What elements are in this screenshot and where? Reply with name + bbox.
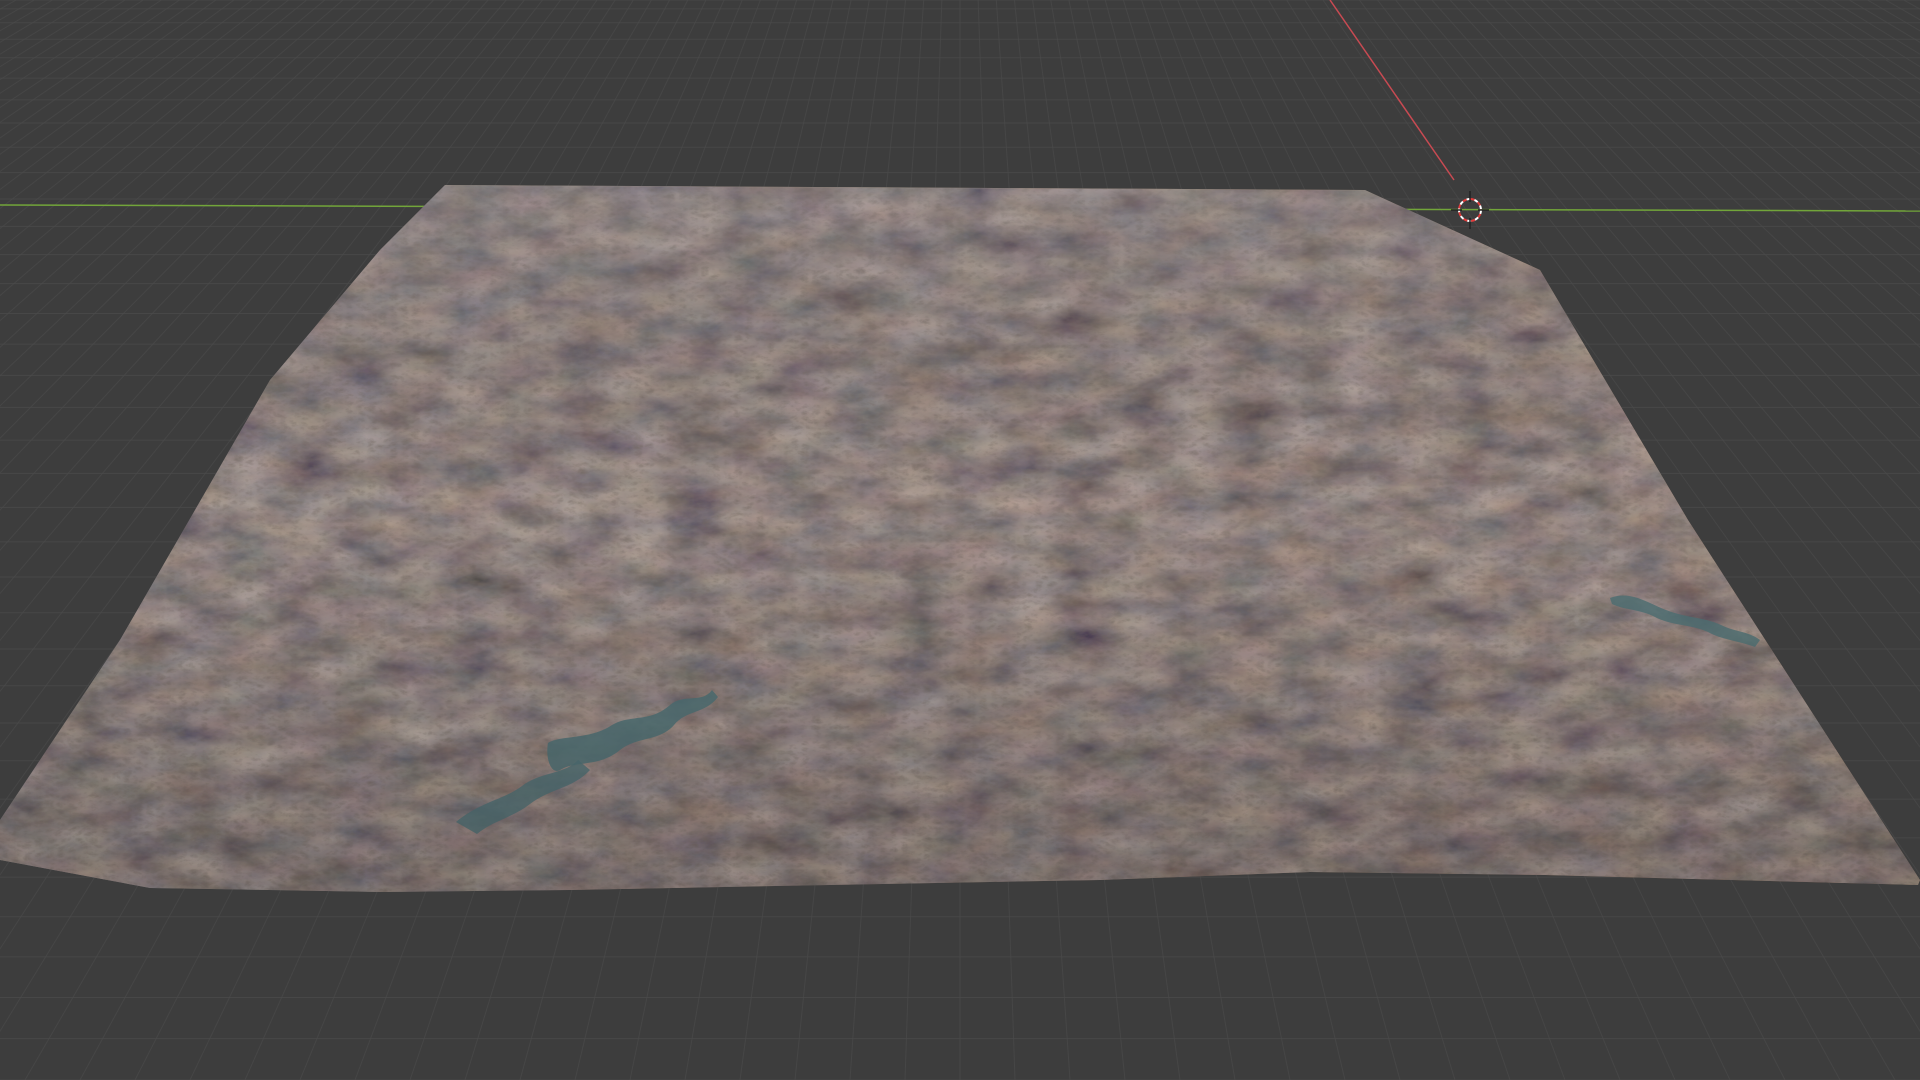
- grid-line-depth: [1685, 0, 1920, 173]
- grid-line-depth: [1740, 0, 1920, 123]
- grid-line-depth: [0, 0, 144, 94]
- grid-line-depth: [0, 0, 53, 32]
- grid-line-depth: [0, 0, 35, 21]
- grid-line-depth: [1867, 0, 1920, 32]
- grid-line-depth: [1794, 0, 1920, 81]
- grid-line-depth: [0, 0, 126, 81]
- grid-line-depth: [1812, 0, 1920, 68]
- grid-line-depth: [1885, 0, 1920, 21]
- x-axis-line: [1329, 0, 1455, 181]
- grid-line-depth: [0, 0, 17, 10]
- grid-line-depth: [1758, 0, 1920, 109]
- grid-line-depth: [0, 0, 180, 123]
- grid-line-depth: [0, 0, 162, 109]
- viewport-scene[interactable]: [0, 0, 1920, 1080]
- grid-line-depth: [1667, 0, 1920, 191]
- 3d-viewport[interactable]: [0, 0, 1920, 1080]
- grid-line-depth: [1776, 0, 1920, 94]
- grid-line-depth: [1903, 0, 1920, 10]
- grid-line-depth: [0, 0, 108, 68]
